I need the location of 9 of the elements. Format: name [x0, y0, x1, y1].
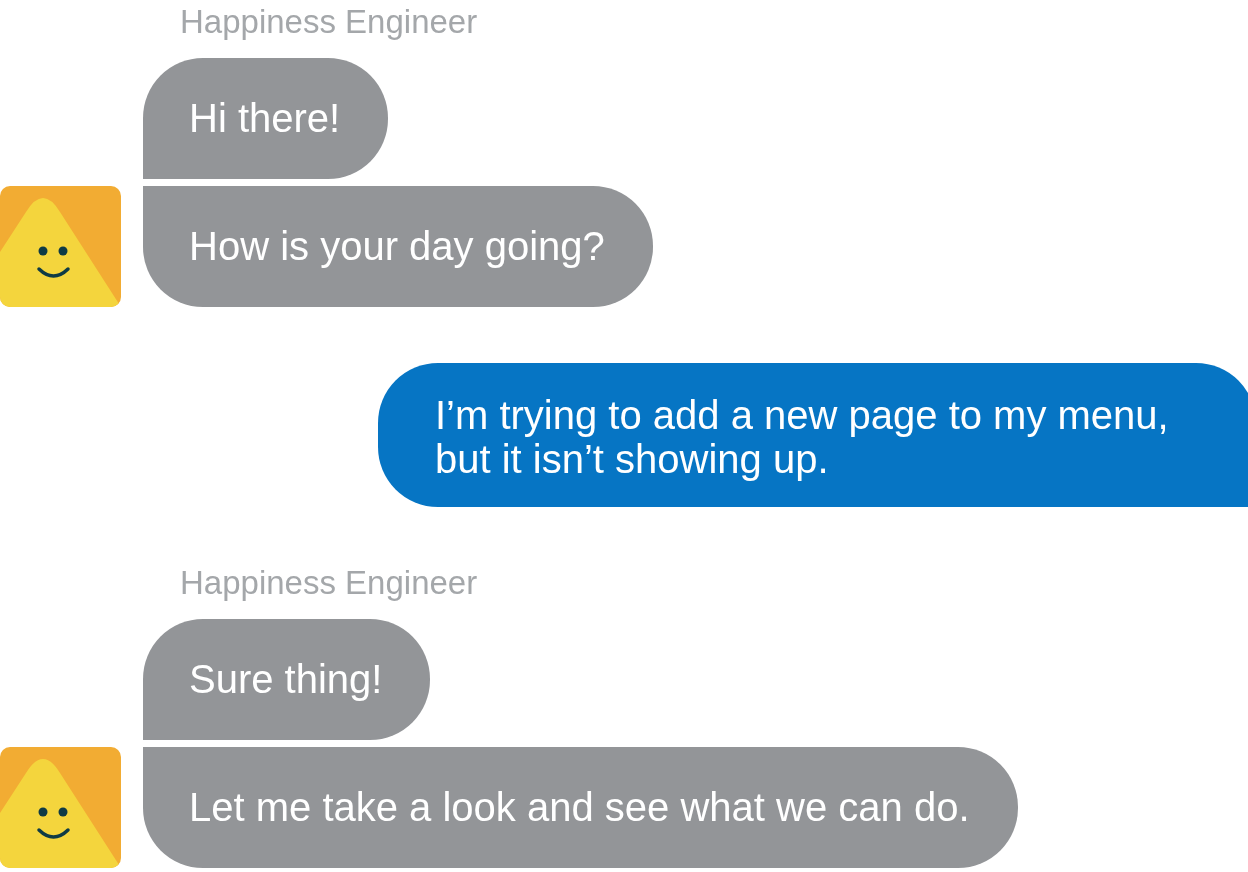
chat-message: Sure thing! [143, 619, 431, 740]
sender-name: Happiness Engineer [180, 2, 478, 42]
chat-message: Let me take a look and see what we can do. [143, 747, 1018, 868]
chat-message: How is your day going? [143, 186, 653, 307]
sender-name: Happiness Engineer [180, 563, 478, 603]
avatar-icon [0, 747, 121, 868]
chat-message: I’m trying to add a new page to my menu, but it isn’t showing up. [378, 363, 1248, 507]
avatar-icon [0, 186, 121, 307]
chat-message: Hi there! [143, 58, 389, 179]
